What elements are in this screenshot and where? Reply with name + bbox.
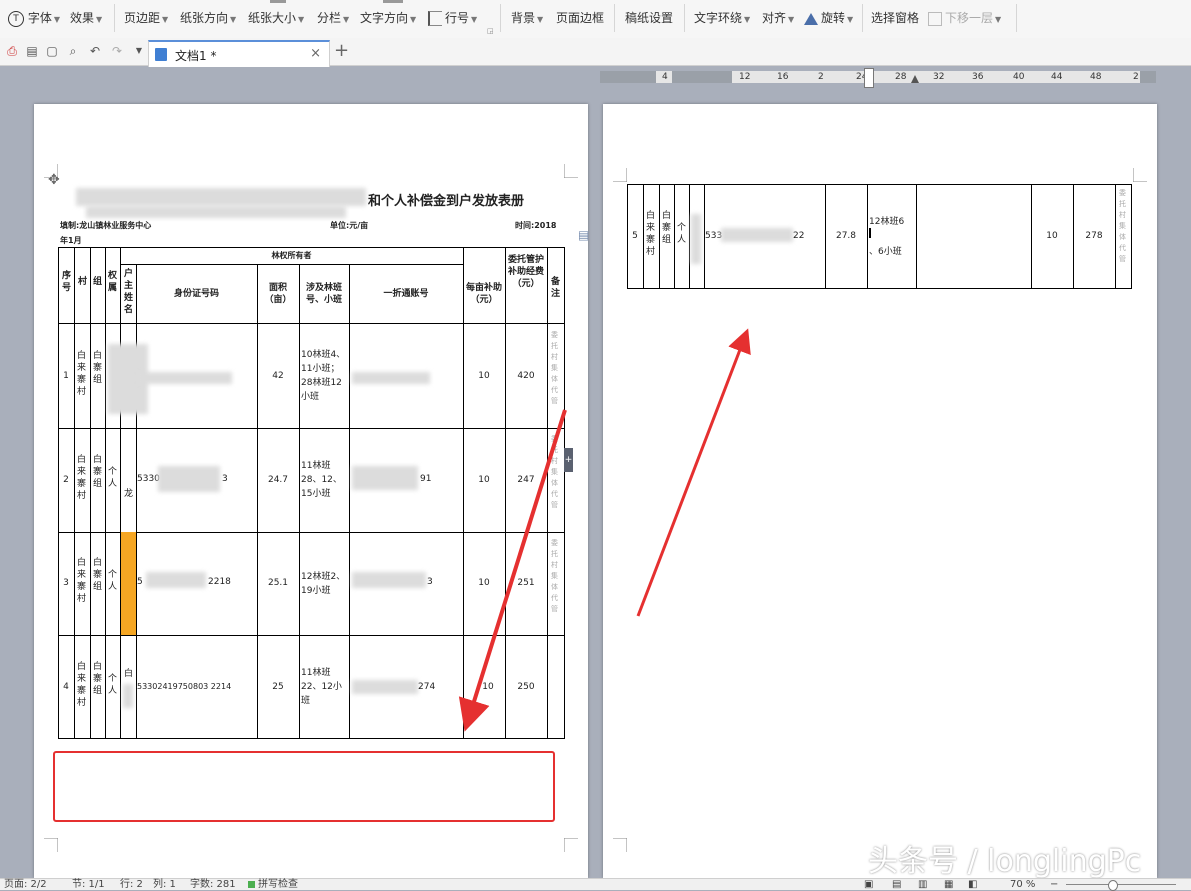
status-line: 行: 2 bbox=[120, 879, 143, 890]
red-arrow-up bbox=[636, 328, 751, 617]
page-view-icon[interactable]: ▤ bbox=[892, 879, 901, 890]
status-bar: 页面: 2/2 节: 1/1 行: 2 列: 1 字数: 281 拼写检查 ▣ … bbox=[0, 878, 1191, 891]
reading-view-icon[interactable]: ◧ bbox=[968, 879, 977, 890]
watermark-text: 头条号 / longlingPc bbox=[868, 844, 1142, 879]
spell-check-button[interactable]: 拼写检查 bbox=[258, 879, 298, 890]
fullscreen-icon[interactable]: ▣ bbox=[864, 879, 873, 890]
outline-view-icon[interactable]: ▥ bbox=[918, 879, 927, 890]
status-page[interactable]: 页面: 2/2 bbox=[4, 879, 47, 890]
zoom-level[interactable]: 70 % bbox=[1010, 879, 1035, 890]
red-arrow-down bbox=[458, 409, 567, 732]
status-column: 列: 1 bbox=[153, 879, 176, 890]
status-section: 节: 1/1 bbox=[72, 879, 105, 890]
status-word-count[interactable]: 字数: 281 bbox=[190, 879, 236, 890]
spell-check-icon bbox=[248, 881, 255, 888]
annotation-arrows bbox=[458, 328, 751, 732]
web-view-icon[interactable]: ▦ bbox=[944, 879, 953, 890]
zoom-out-icon[interactable]: − bbox=[1050, 879, 1058, 890]
zoom-slider-track[interactable] bbox=[1066, 884, 1176, 885]
zoom-slider-thumb[interactable] bbox=[1108, 880, 1118, 891]
